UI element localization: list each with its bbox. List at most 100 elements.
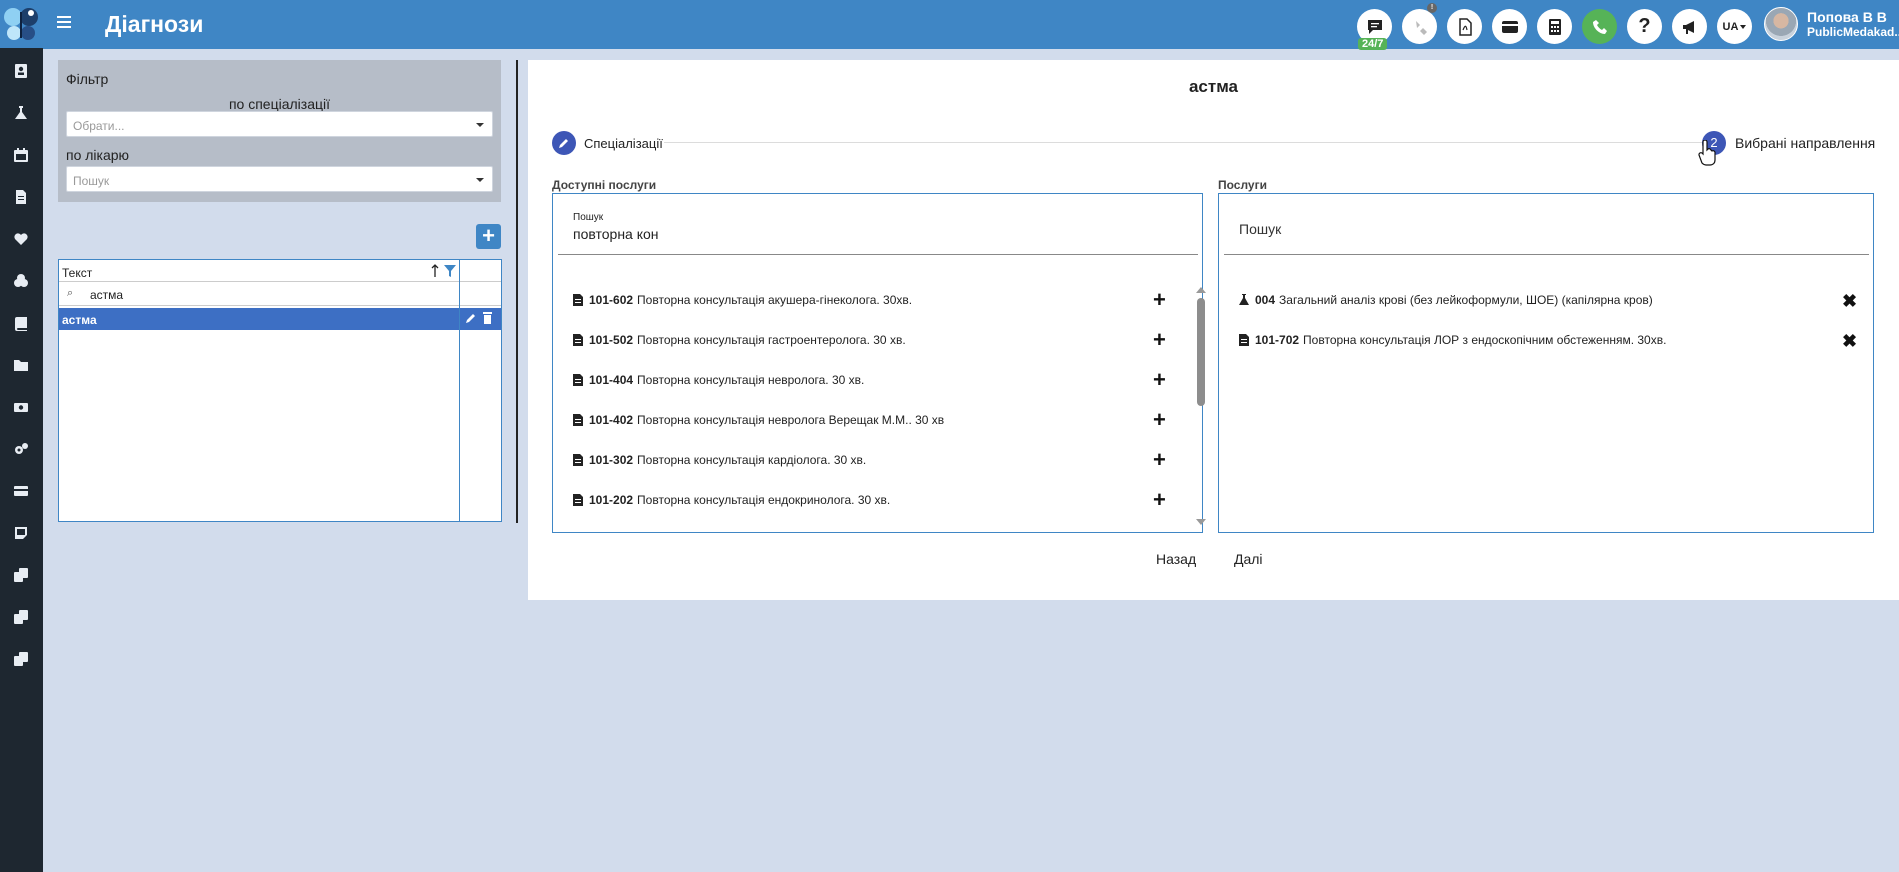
column-header-text[interactable]: Текст <box>62 266 92 280</box>
document-icon <box>573 294 583 306</box>
book-icon[interactable] <box>11 313 31 333</box>
step-specializations[interactable] <box>552 131 576 155</box>
table-search-input[interactable]: астма <box>90 288 123 302</box>
specialization-placeholder: Обрати... <box>73 119 125 133</box>
scrollbar-thumb[interactable] <box>1197 298 1205 406</box>
add-service-plus-icon[interactable]: + <box>1153 329 1166 351</box>
copy-icon[interactable] <box>11 565 31 585</box>
megaphone-icon <box>1682 20 1694 34</box>
available-services-title: Доступні послуги <box>552 178 657 192</box>
remove-service-close-icon[interactable]: ✖ <box>1842 292 1857 310</box>
services-search-field[interactable]: Пошук <box>1224 194 1869 255</box>
document-icon <box>1239 334 1249 346</box>
add-service-plus-icon[interactable]: + <box>1153 289 1166 311</box>
service-code: 101-302 <box>589 453 634 467</box>
contacts-icon[interactable] <box>11 61 31 81</box>
services-search-placeholder[interactable]: Пошук <box>1239 221 1281 237</box>
service-code: 101-602 <box>589 293 634 307</box>
top-bar: Діагнози <box>43 0 1899 49</box>
step2-label[interactable]: Вибрані направлення <box>1735 135 1875 151</box>
calendar-icon[interactable] <box>11 145 31 165</box>
plus-icon: + <box>482 223 495 248</box>
phone-icon <box>1592 19 1607 34</box>
add-service-plus-icon[interactable]: + <box>1153 369 1166 391</box>
menu-icon[interactable] <box>57 16 71 30</box>
service-code: 101-402 <box>589 413 634 427</box>
copy-icon[interactable] <box>11 607 31 627</box>
document-icon[interactable] <box>11 187 31 207</box>
service-name: Повторна консультація кардіолога. 30 хв. <box>637 453 867 467</box>
folder-icon[interactable] <box>11 355 31 375</box>
service-code: 101-202 <box>589 493 634 507</box>
add-service-plus-icon[interactable]: + <box>1153 449 1166 471</box>
copy-icon[interactable] <box>11 649 31 669</box>
document-icon <box>573 414 583 426</box>
pdf-button[interactable] <box>1447 9 1482 44</box>
document-icon <box>573 454 583 466</box>
back-button[interactable]: Назад <box>1156 551 1196 567</box>
add-diagnosis-button[interactable]: + <box>476 224 501 249</box>
user-org: PublicMedakad... <box>1807 25 1899 39</box>
pencil-icon <box>559 139 568 148</box>
flask-icon <box>1239 294 1249 305</box>
language-label: UA <box>1722 20 1739 33</box>
help-button[interactable]: ? <box>1627 9 1662 44</box>
specialization-label: по спеціалізації <box>228 96 331 112</box>
remove-service-close-icon[interactable]: ✖ <box>1842 332 1857 350</box>
table-row[interactable]: астма <box>59 308 501 330</box>
pdf-icon <box>1458 17 1472 36</box>
document-icon <box>573 494 583 506</box>
available-services-box: Пошук повторна кон 101-602 Повторна консу… <box>552 193 1206 533</box>
caret-down-icon <box>476 123 484 127</box>
money-icon[interactable] <box>11 397 31 417</box>
integration-button[interactable] <box>1402 9 1437 44</box>
user-menu[interactable]: Попова В В PublicMedakad... <box>1807 10 1899 40</box>
left-sidebar <box>0 0 43 872</box>
caret-down-icon <box>1740 24 1747 29</box>
call-button[interactable] <box>1582 9 1617 44</box>
sort-ascending-icon[interactable] <box>431 264 439 278</box>
list-item: 101-404 Повторна консультація невролога. … <box>573 373 864 387</box>
diagnosis-card: астма Спеціалізації 2 Вибрані направленн… <box>528 60 1899 600</box>
user-name: Попова В В <box>1807 9 1887 25</box>
calculator-button[interactable] <box>1537 9 1572 44</box>
avatar[interactable] <box>1764 7 1798 41</box>
app-logo[interactable] <box>0 0 43 48</box>
scroll-up-arrow-icon[interactable] <box>1196 287 1206 293</box>
diagnosis-table: Текст ⌕ астма астма <box>58 259 502 522</box>
specialization-select[interactable]: Обрати... <box>66 111 493 137</box>
available-search-field[interactable]: Пошук повторна кон <box>558 194 1198 255</box>
flask-icon[interactable] <box>11 103 31 123</box>
service-code: 101-702 <box>1255 333 1300 347</box>
question-icon: ? <box>1638 15 1651 37</box>
edit-icon[interactable] <box>465 312 477 324</box>
list-item: 101-702 Повторна консультація ЛОР з ендос… <box>1239 333 1666 347</box>
table-search-row: ⌕ астма <box>59 282 501 306</box>
support-badge: 24/7 <box>1358 38 1388 50</box>
payment-button[interactable] <box>1492 9 1527 44</box>
service-name: Загальний аналіз крові (без лейкоформули… <box>1279 293 1653 307</box>
selected-services-box: Пошук 004 Загальний аналіз крові (без лей… <box>1218 193 1874 533</box>
note-icon[interactable] <box>11 523 31 543</box>
step1-label[interactable]: Спеціалізації <box>584 136 663 151</box>
doctor-search-select[interactable]: Пошук <box>66 166 493 192</box>
list-item: 101-202 Повторна консультація ендокриноло… <box>573 493 890 507</box>
settings-icon[interactable] <box>11 439 31 459</box>
card-icon[interactable] <box>11 481 31 501</box>
filter-title: Фільтр <box>66 71 109 87</box>
announcements-button[interactable] <box>1672 9 1707 44</box>
scroll-down-arrow-icon[interactable] <box>1196 519 1206 525</box>
add-service-plus-icon[interactable]: + <box>1153 409 1166 431</box>
language-select[interactable]: UA <box>1717 9 1752 44</box>
heart-pulse-icon[interactable] <box>11 229 31 249</box>
next-button[interactable]: Далі <box>1234 551 1263 567</box>
calculator-icon <box>1548 18 1561 35</box>
add-service-plus-icon[interactable]: + <box>1153 489 1166 511</box>
plug-icon <box>1415 20 1427 35</box>
alert-badge-icon: ! <box>1427 3 1437 13</box>
filter-icon[interactable] <box>443 264 457 278</box>
row-text: астма <box>62 313 97 327</box>
available-search-input[interactable]: повторна кон <box>573 226 659 242</box>
pills-icon[interactable] <box>11 271 31 291</box>
trash-icon[interactable] <box>482 311 493 324</box>
